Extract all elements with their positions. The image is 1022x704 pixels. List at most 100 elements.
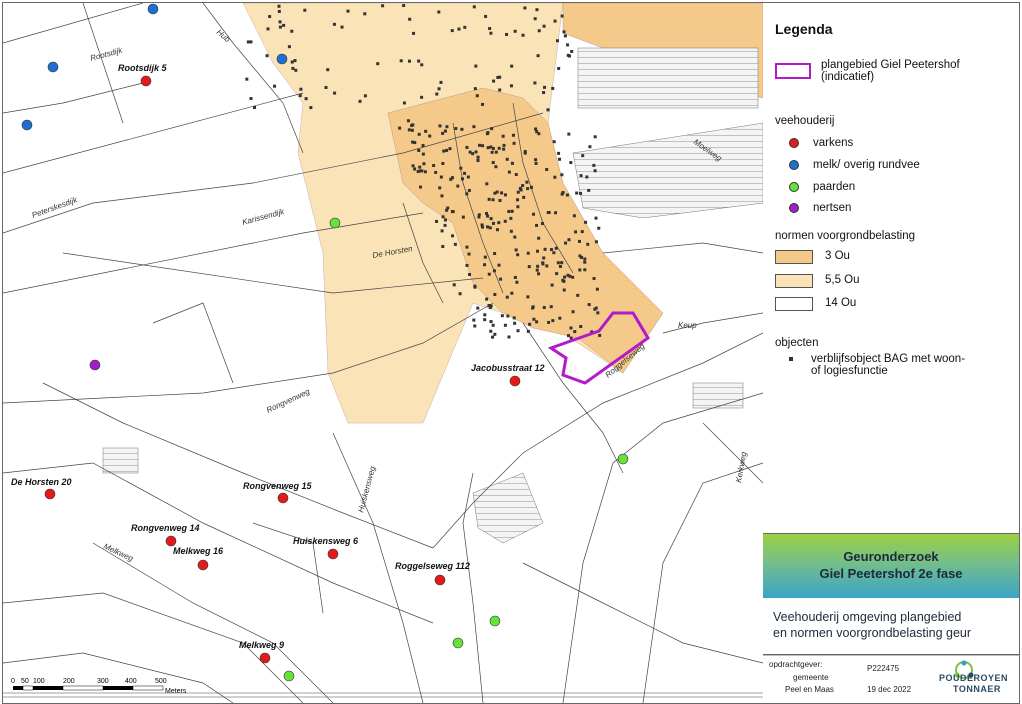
livestock-marker[interactable] — [89, 359, 101, 371]
bag-object — [569, 326, 573, 330]
bag-object — [577, 239, 581, 243]
bag-object — [596, 311, 600, 315]
bag-object — [495, 228, 499, 232]
bag-object — [490, 150, 494, 154]
bag-object — [571, 275, 575, 279]
bag-object — [454, 126, 458, 130]
bag-object — [485, 211, 489, 215]
norm-swatch — [775, 250, 813, 264]
date-label: 19 dec 2022 — [867, 685, 912, 694]
bag-object — [483, 313, 487, 317]
bag-object — [592, 277, 596, 281]
bag-object — [518, 186, 522, 190]
bag-object — [346, 9, 350, 13]
bag-object — [536, 54, 540, 58]
livestock-marker[interactable] — [21, 119, 33, 131]
bag-object — [420, 169, 424, 173]
bag-object — [554, 246, 558, 250]
bag-object — [491, 221, 495, 225]
livestock-marker[interactable] — [197, 559, 209, 571]
bag-object — [584, 220, 588, 224]
bag-object — [528, 322, 532, 326]
bag-object — [568, 54, 572, 58]
bag-object — [442, 149, 446, 153]
livestock-marker[interactable] — [277, 492, 289, 504]
livestock-marker[interactable] — [259, 652, 271, 664]
legend-label: paarden — [813, 181, 856, 193]
road-label-peterskesdijk: Peterskesdijk — [31, 195, 80, 220]
bag-object — [578, 254, 582, 258]
livestock-marker[interactable] — [329, 217, 341, 229]
bag-object — [512, 141, 516, 145]
bag-object — [273, 84, 277, 88]
bag-object — [511, 133, 515, 137]
bag-object — [537, 272, 541, 276]
bag-object — [581, 154, 585, 158]
livestock-marker[interactable] — [44, 488, 56, 500]
bag-object — [493, 252, 497, 256]
bag-object — [463, 25, 467, 29]
pig-marker-icon — [789, 138, 799, 148]
legend-panel: Legenda plangebied Giel Peetershof (indi… — [763, 2, 1020, 534]
farm-label: Melkweg 9 — [239, 640, 284, 650]
livestock-marker[interactable] — [283, 670, 295, 682]
bag-object — [593, 307, 597, 311]
bag-object — [567, 238, 571, 242]
bag-object — [498, 199, 502, 203]
scale-tick: 300 — [97, 678, 109, 685]
bag-object — [358, 99, 362, 103]
bag-object — [478, 143, 482, 147]
livestock-marker[interactable] — [276, 53, 288, 65]
livestock-marker[interactable] — [509, 375, 521, 387]
bag-object — [411, 164, 415, 168]
bag-object — [491, 198, 495, 202]
bag-object — [421, 152, 425, 156]
bag-object — [489, 304, 493, 308]
bag-object — [567, 132, 571, 136]
bag-object — [291, 66, 295, 70]
bag-object — [450, 176, 454, 180]
norm-swatch — [775, 297, 813, 311]
bag-object — [534, 158, 538, 162]
bag-object — [278, 20, 282, 24]
bag-object — [568, 274, 572, 278]
legend-item-5-5-ou: 5,5 Ou — [775, 274, 860, 288]
bag-object — [505, 295, 509, 299]
legend-item-paarden: paarden — [775, 181, 855, 193]
bag-object — [503, 219, 507, 223]
livestock-marker[interactable] — [165, 535, 177, 547]
bag-object — [516, 329, 520, 333]
livestock-marker[interactable] — [452, 637, 464, 649]
bag-object — [555, 272, 559, 276]
title-line-1: Geuronderzoek — [843, 549, 939, 564]
bag-object — [521, 33, 525, 37]
livestock-marker[interactable] — [147, 3, 159, 15]
bag-object — [526, 251, 530, 255]
bag-object — [488, 226, 492, 230]
bag-object — [555, 39, 559, 43]
bag-object — [440, 194, 444, 198]
bag-object — [457, 27, 461, 31]
bag-object — [592, 163, 596, 167]
bag-object — [553, 19, 557, 23]
bag-object — [542, 256, 546, 260]
plan-area-label-2: (indicatief) — [821, 71, 875, 83]
bag-object — [578, 268, 582, 272]
livestock-marker[interactable] — [617, 453, 629, 465]
bag-object — [445, 148, 449, 152]
livestock-marker[interactable] — [140, 75, 152, 87]
bag-object — [363, 12, 367, 16]
livestock-marker[interactable] — [489, 615, 501, 627]
bag-object — [509, 216, 513, 220]
bag-object — [542, 24, 546, 28]
livestock-marker[interactable] — [47, 61, 59, 73]
bag-object — [523, 151, 527, 155]
bag-object — [467, 188, 471, 192]
livestock-marker[interactable] — [327, 548, 339, 560]
bag-object — [421, 143, 425, 147]
livestock-marker[interactable] — [434, 574, 446, 586]
company-logo-line-1: POUDEROYEN — [939, 673, 1009, 683]
bag-object — [521, 184, 525, 188]
map-panel[interactable]: Rootsdijk Peterskesdijk Karissendijk De … — [2, 2, 764, 704]
bag-object — [491, 323, 495, 327]
